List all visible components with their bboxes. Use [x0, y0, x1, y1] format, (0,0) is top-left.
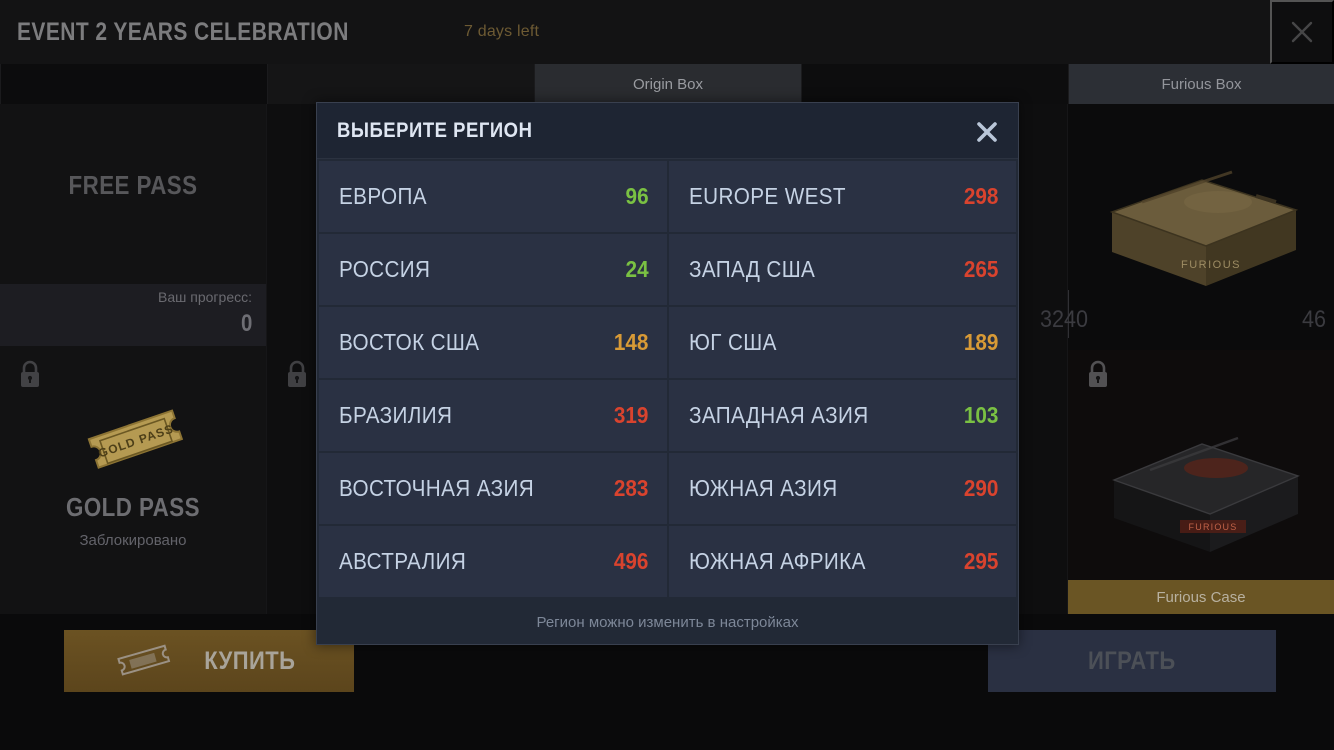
- buy-button-label: КУПИТЬ: [204, 646, 296, 675]
- region-ping: 496: [613, 548, 649, 574]
- gold-pass-title: GOLD PASS: [66, 492, 200, 522]
- region-ping: 298: [963, 183, 998, 209]
- play-button-label: ИГРАТЬ: [1088, 646, 1176, 675]
- region-ping: 189: [963, 329, 998, 355]
- region-row[interactable]: РОССИЯ 24: [319, 234, 667, 305]
- region-name: БРАЗИЛИЯ: [339, 402, 453, 428]
- free-pass-title: FREE PASS: [68, 170, 198, 200]
- pass-column: FREE PASS Ваш прогресс: 0 GOLD PASS GOLD…: [0, 104, 267, 614]
- app-root: EVENT 2 YEARS CELEBRATION 7 days left Or…: [0, 0, 1334, 750]
- svg-text:FURIOUS: FURIOUS: [1181, 259, 1241, 271]
- region-name: ВОСТОК США: [339, 329, 480, 355]
- furious-case-cell[interactable]: FURIOUS Furious Case: [1068, 350, 1334, 614]
- region-name: ЕВРОПА: [339, 183, 427, 209]
- svg-text:FURIOUS: FURIOUS: [1189, 522, 1238, 532]
- region-row[interactable]: ЮЖНАЯ АЗИЯ 290: [668, 453, 1016, 524]
- region-ping: 283: [613, 475, 649, 501]
- region-name: EUROPE WEST: [688, 183, 846, 209]
- buy-button[interactable]: КУПИТЬ: [64, 630, 354, 692]
- tab-1[interactable]: [267, 64, 534, 104]
- region-name: ЮЖНАЯ АФРИКА: [688, 548, 866, 574]
- region-row[interactable]: EUROPE WEST 298: [668, 161, 1016, 232]
- region-name: АВСТРАЛИЯ: [339, 548, 467, 574]
- event-countdown: 7 days left: [463, 23, 540, 40]
- region-ping: 24: [625, 256, 649, 282]
- region-row[interactable]: ВОСТОК США 148: [319, 307, 667, 378]
- region-row[interactable]: АВСТРАЛИЯ 496: [319, 526, 667, 597]
- region-name: ЮГ США: [688, 329, 777, 355]
- region-ping: 265: [963, 256, 998, 282]
- tab-furious-box-label: Furious Box: [1161, 75, 1242, 93]
- tab-origin-box[interactable]: Origin Box: [534, 64, 801, 104]
- region-row[interactable]: ЕВРОПА 96: [319, 161, 667, 232]
- region-ping: 295: [963, 548, 998, 574]
- region-ping: 148: [613, 329, 649, 355]
- wooden-crate-icon: FURIOUS: [1109, 170, 1299, 286]
- region-ping: 290: [963, 475, 998, 501]
- play-button[interactable]: ИГРАТЬ: [988, 630, 1276, 692]
- tick-value-0: 3240: [1040, 306, 1089, 333]
- region-row[interactable]: ЗАПАД США 265: [668, 234, 1016, 305]
- close-icon: [977, 122, 997, 142]
- tab-origin-box-label: Origin Box: [632, 75, 704, 93]
- region-ping: 103: [963, 402, 998, 428]
- gold-pass-ticket-icon: GOLD PASS: [87, 409, 184, 469]
- region-row[interactable]: ЮГ США 189: [668, 307, 1016, 378]
- box-tabs: Origin Box Furious Box: [0, 64, 1334, 104]
- tab-0[interactable]: [0, 64, 267, 104]
- tick-value-1: 46: [1302, 306, 1327, 333]
- region-row[interactable]: ЗАПАДНАЯ АЗИЯ 103: [668, 380, 1016, 451]
- region-row[interactable]: ВОСТОЧНАЯ АЗИЯ 283: [319, 453, 667, 524]
- title-bar: EVENT 2 YEARS CELEBRATION 7 days left: [0, 0, 1334, 64]
- region-name: ЗАПАДНАЯ АЗИЯ: [688, 402, 869, 428]
- region-name: ЮЖНАЯ АЗИЯ: [688, 475, 838, 501]
- region-ping: 96: [625, 183, 649, 209]
- region-name: ЗАПАД США: [688, 256, 815, 282]
- lock-icon: [21, 360, 39, 387]
- modal-header: ВЫБЕРИТЕ РЕГИОН: [317, 103, 1018, 159]
- ticket-icon: [117, 644, 171, 676]
- tab-3[interactable]: [801, 64, 1068, 104]
- region-list: ЕВРОПА 96 EUROPE WEST 298 РОССИЯ 24 ЗАПАД США 2…: [317, 159, 1018, 597]
- region-ping: 319: [613, 402, 649, 428]
- furious-case-label: Furious Case: [1068, 580, 1334, 614]
- region-name: ВОСТОЧНАЯ АЗИЯ: [339, 475, 535, 501]
- modal-title: ВЫБЕРИТЕ РЕГИОН: [337, 118, 533, 142]
- region-row[interactable]: БРАЗИЛИЯ 319: [319, 380, 667, 451]
- region-row[interactable]: ЮЖНАЯ АФРИКА 295: [668, 526, 1016, 597]
- modal-footer: Регион можно изменить в настройках: [317, 600, 1018, 644]
- region-name: РОССИЯ: [339, 256, 431, 282]
- gold-pass-status: Заблокировано: [79, 532, 187, 549]
- select-region-modal: ВЫБЕРИТЕ РЕГИОН ЕВРОПА 96 EUROPE WEST 298 РО…: [316, 102, 1019, 645]
- tab-furious-box[interactable]: Furious Box: [1068, 64, 1334, 104]
- page-title: EVENT 2 YEARS CELEBRATION: [17, 17, 349, 46]
- modal-footer-note: Регион можно изменить в настройках: [536, 613, 799, 631]
- close-icon: [1291, 21, 1313, 43]
- black-case-icon: FURIOUS: [1112, 436, 1300, 552]
- lock-icon: [288, 360, 306, 387]
- modal-close-button[interactable]: [968, 113, 1006, 151]
- window-close-button[interactable]: [1270, 0, 1334, 64]
